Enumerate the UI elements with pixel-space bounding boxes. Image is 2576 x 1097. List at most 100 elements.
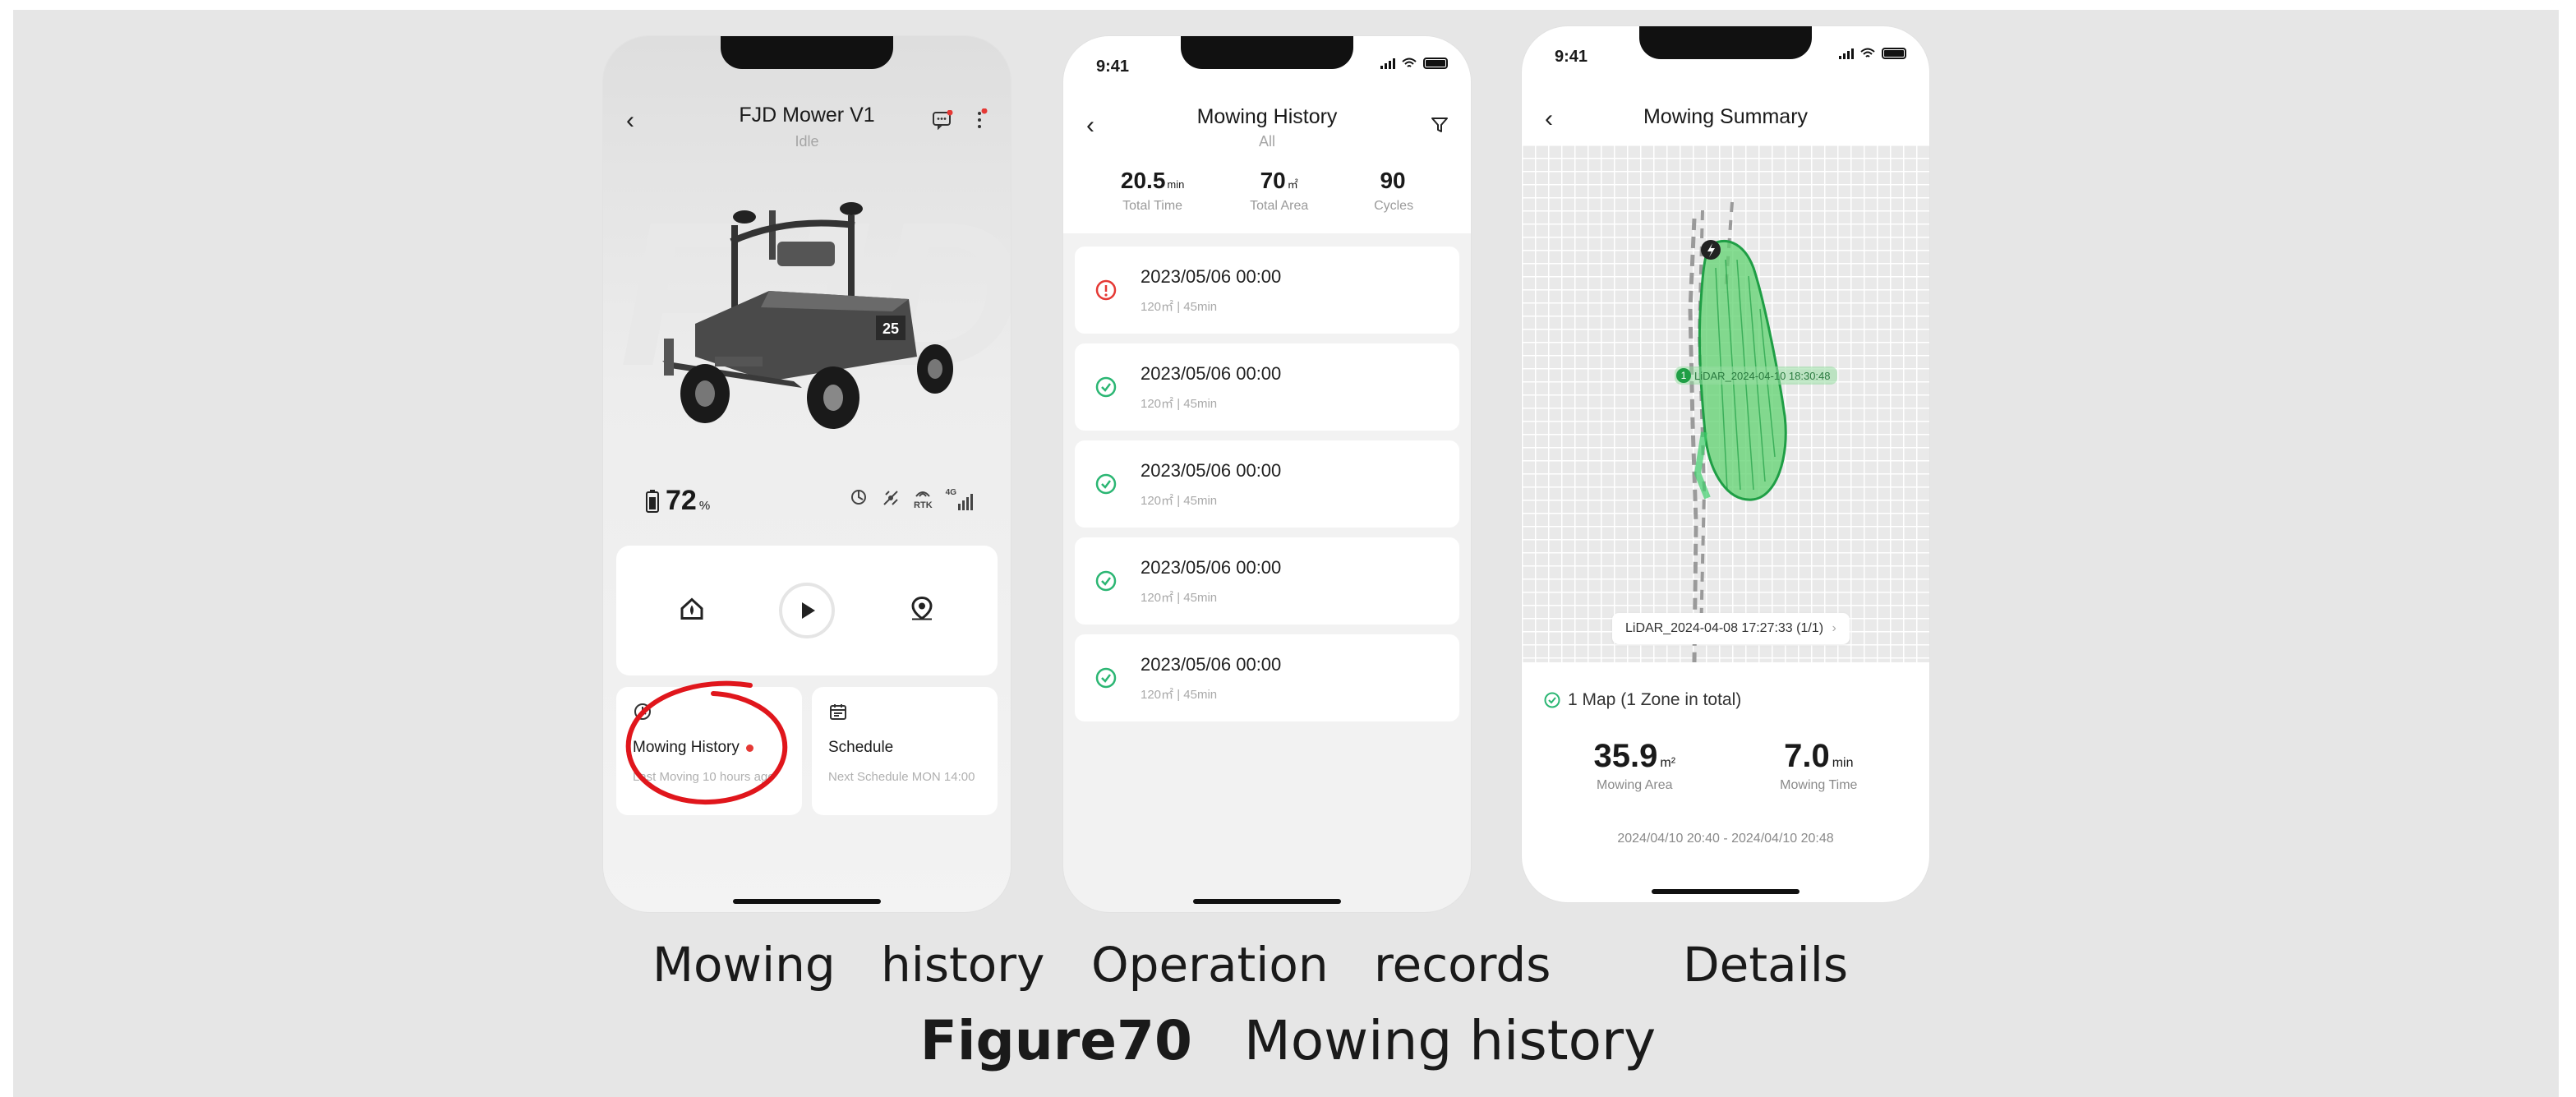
location-pin-icon[interactable] bbox=[909, 596, 935, 626]
phone-notch bbox=[1639, 26, 1812, 59]
record-datetime: 2023/05/06 00:00 bbox=[1141, 363, 1282, 384]
play-icon bbox=[802, 602, 815, 619]
stat-cycles: 90 Cycles bbox=[1374, 168, 1413, 214]
schedule-title: Schedule bbox=[828, 739, 894, 756]
zone-summary-text: 1 Map (1 Zone in total) bbox=[1568, 690, 1742, 709]
check-circle-icon bbox=[1095, 667, 1117, 689]
chevron-right-icon: › bbox=[1832, 621, 1836, 635]
page-title: Mowing History bbox=[1196, 105, 1338, 128]
control-panel bbox=[616, 546, 998, 675]
satellite-icon bbox=[883, 491, 898, 505]
device-screen-phone: 9:41 ‹ Mowing History All 20.5 min Total … bbox=[1063, 36, 1471, 912]
record-item[interactable]: 2023/05/06 00:00 120㎡ | 45min bbox=[1075, 343, 1459, 431]
mowing-map[interactable]: 1 LiDAR_2024-04-10 18:30:48 LiDAR_2024-0… bbox=[1522, 145, 1929, 662]
check-circle-icon bbox=[1544, 692, 1560, 708]
device-status: Idle bbox=[795, 133, 819, 150]
record-meta: 120㎡ | 45min bbox=[1141, 591, 1218, 605]
stat-value: 90 bbox=[1380, 168, 1406, 193]
map-selector[interactable]: LiDAR_2024-04-08 17:27:33 (1/1) › bbox=[1612, 613, 1850, 644]
phone-notch bbox=[721, 36, 893, 69]
home-indicator bbox=[1193, 899, 1341, 904]
stat-unit: ㎡ bbox=[1287, 178, 1298, 191]
battery-icon bbox=[646, 489, 659, 513]
error-icon bbox=[1095, 279, 1117, 301]
zone-map-label: LiDAR_2024-04-10 18:30:48 bbox=[1694, 369, 1831, 382]
device-screen-phone: 9:41 ‹ Mowing Summary 1 LiDAR_2024-04-10… bbox=[1522, 26, 1929, 902]
battery-indicator: 72% bbox=[646, 485, 710, 517]
stat-total-time: 20.5 min Total Time bbox=[1121, 168, 1184, 214]
stat-mowing-time: 7.0 min Mowing Time bbox=[1780, 738, 1857, 793]
filter-icon[interactable] bbox=[1430, 115, 1449, 139]
message-icon[interactable] bbox=[932, 109, 953, 134]
stat-value: 70 bbox=[1260, 168, 1286, 193]
wifi-icon bbox=[1860, 48, 1875, 58]
svg-text:25: 25 bbox=[882, 320, 899, 337]
schedule-card[interactable]: Schedule Next Schedule MON 14:00 bbox=[812, 687, 998, 815]
stat-label: Mowing Area bbox=[1597, 778, 1673, 792]
record-meta: 120㎡ | 45min bbox=[1141, 397, 1218, 411]
signal-label: 4G bbox=[945, 488, 956, 497]
record-item[interactable]: 2023/05/06 00:00 120㎡ | 45min bbox=[1075, 247, 1459, 334]
status-icons bbox=[1380, 58, 1448, 69]
figure-title: Mowing history bbox=[1243, 1009, 1657, 1072]
battery-icon bbox=[1882, 48, 1906, 59]
zone-label[interactable]: 1 LiDAR_2024-04-10 18:30:48 bbox=[1675, 366, 1837, 385]
page-title: Mowing Summary bbox=[1643, 105, 1809, 128]
home-indicator bbox=[733, 899, 881, 904]
wifi-icon bbox=[1402, 58, 1417, 67]
schedule-subtitle: Next Schedule MON 14:00 bbox=[828, 770, 975, 784]
mowing-date-range: 2024/04/10 20:40 - 2024/04/10 20:48 bbox=[1617, 832, 1834, 846]
sync-icon bbox=[851, 490, 867, 505]
record-datetime: 2023/05/06 00:00 bbox=[1141, 557, 1282, 578]
phone-notch bbox=[1181, 36, 1353, 69]
mower-image: 25 bbox=[662, 202, 953, 429]
filter-status: All bbox=[1258, 133, 1275, 150]
annotation-circle bbox=[625, 680, 788, 805]
stat-unit: m² bbox=[1660, 756, 1676, 770]
figure-label: Figure70 bbox=[919, 1009, 1192, 1072]
stat-value: 35.9 bbox=[1593, 738, 1658, 774]
record-datetime: 2023/05/06 00:00 bbox=[1141, 266, 1282, 287]
record-meta: 120㎡ | 45min bbox=[1141, 300, 1218, 314]
record-item[interactable]: 2023/05/06 00:00 120㎡ | 45min bbox=[1075, 440, 1459, 528]
status-icons bbox=[1839, 48, 1906, 59]
4g-signal-icon: 4G bbox=[946, 488, 973, 510]
status-time: 9:41 bbox=[1096, 58, 1130, 76]
caption-operation-records: Operation records bbox=[1091, 937, 1551, 993]
check-circle-icon bbox=[1095, 570, 1117, 592]
more-options-icon[interactable] bbox=[973, 108, 988, 136]
record-item[interactable]: 2023/05/06 00:00 120㎡ | 45min bbox=[1075, 634, 1459, 721]
record-datetime: 2023/05/06 00:00 bbox=[1141, 460, 1282, 481]
zone-summary: 1 Map (1 Zone in total) bbox=[1543, 690, 1741, 710]
stat-value: 7.0 bbox=[1784, 738, 1830, 774]
mowing-path-overlay bbox=[1688, 201, 1787, 662]
stat-label: Total Time bbox=[1122, 199, 1183, 213]
figure-caption: Figure70 Mowing history bbox=[0, 1009, 2576, 1072]
zone-number-badge: 1 bbox=[1676, 368, 1691, 383]
calendar-icon bbox=[830, 704, 846, 720]
record-item[interactable]: 2023/05/06 00:00 120㎡ | 45min bbox=[1075, 537, 1459, 625]
battery-percentage: 72 bbox=[666, 485, 697, 516]
record-meta: 120㎡ | 45min bbox=[1141, 494, 1218, 508]
status-time: 9:41 bbox=[1555, 48, 1588, 66]
record-datetime: 2023/05/06 00:00 bbox=[1141, 654, 1282, 675]
stat-label: Total Area bbox=[1250, 199, 1309, 213]
stat-label: Cycles bbox=[1374, 199, 1414, 213]
check-circle-icon bbox=[1095, 473, 1117, 495]
record-meta: 120㎡ | 45min bbox=[1141, 688, 1218, 702]
stat-mowing-area: 35.9 m² Mowing Area bbox=[1594, 738, 1676, 793]
home-indicator bbox=[1652, 889, 1800, 894]
stat-total-area: 70 ㎡ Total Area bbox=[1250, 168, 1308, 214]
home-icon[interactable] bbox=[679, 596, 705, 626]
stat-unit: min bbox=[1832, 756, 1854, 770]
stat-unit: min bbox=[1167, 178, 1185, 191]
battery-icon bbox=[1423, 58, 1448, 69]
stat-label: Mowing Time bbox=[1780, 778, 1858, 792]
caption-mowing-history: Mowing history bbox=[652, 937, 1045, 993]
map-selector-label: LiDAR_2024-04-08 17:27:33 (1/1) bbox=[1625, 621, 1824, 635]
play-button[interactable] bbox=[779, 583, 835, 638]
rtk-label: RTK bbox=[914, 500, 933, 510]
caption-details: Details bbox=[1683, 937, 1849, 993]
battery-unit: % bbox=[698, 499, 711, 513]
check-circle-icon bbox=[1095, 376, 1117, 398]
